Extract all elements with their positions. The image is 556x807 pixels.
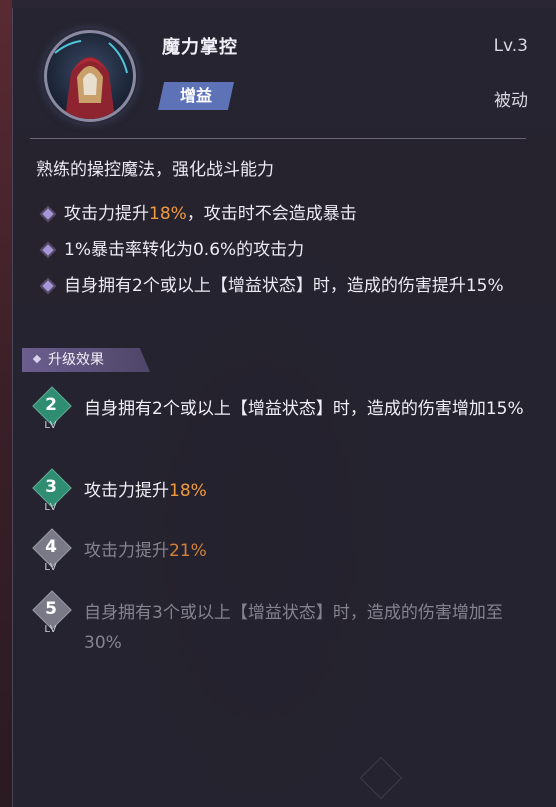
diamond-bullet-icon — [42, 208, 54, 220]
hooded-character-icon — [54, 40, 128, 119]
skill-level: Lv.3 — [493, 36, 528, 56]
buff-tag-badge: 增益 — [158, 82, 234, 110]
level-number: 2 — [45, 395, 57, 415]
skill-description: 熟练的操控魔法，强化战斗能力 — [36, 160, 274, 180]
upgrade-effects-header: 升级效果 — [22, 348, 150, 372]
level-number: 5 — [45, 599, 57, 619]
character-portrait — [44, 30, 136, 122]
level-badge: 3 LV — [32, 468, 72, 518]
level-suffix: LV — [44, 562, 58, 573]
header-divider — [30, 138, 526, 139]
effect-text: 攻击力提升18%，攻击时不会造成暴击 — [64, 204, 357, 224]
level-badge: 4 LV — [32, 528, 72, 578]
level-badge: 5 LV — [32, 590, 72, 640]
skill-name: 魔力掌控 — [162, 37, 238, 58]
level-effect-text: 自身拥有2个或以上【增益状态】时，造成的伤害增加15% — [84, 399, 524, 419]
level-effect-text: 攻击力提升21% — [84, 541, 207, 561]
level-effect-text: 自身拥有3个或以上【增益状态】时，造成的伤害增加至30% — [84, 603, 503, 653]
diamond-bullet-icon — [42, 244, 54, 256]
level-suffix: LV — [44, 420, 58, 431]
skill-type-label: 被动 — [494, 91, 528, 111]
level-number: 4 — [45, 537, 57, 557]
upgrade-label: 升级效果 — [48, 352, 104, 368]
left-edge-art — [0, 0, 12, 807]
level-suffix: LV — [44, 624, 58, 635]
effect-item: 自身拥有2个或以上【增益状态】时，造成的伤害提升15% — [40, 270, 520, 302]
level-suffix: LV — [44, 502, 58, 513]
level-badge: 2 LV — [32, 386, 72, 436]
effect-list: 攻击力提升18%，攻击时不会造成暴击 1%暴击率转化为0.6%的攻击力 自身拥有… — [40, 198, 520, 302]
level-effect-text: 攻击力提升18% — [84, 481, 207, 501]
effect-text: 自身拥有2个或以上【增益状态】时，造成的伤害提升15% — [64, 276, 504, 296]
effect-item: 1%暴击率转化为0.6%的攻击力 — [40, 234, 520, 266]
diamond-bullet-icon — [32, 354, 42, 364]
level-number: 3 — [45, 477, 57, 497]
effect-item: 攻击力提升18%，攻击时不会造成暴击 — [40, 198, 520, 230]
effect-text: 1%暴击率转化为0.6%的攻击力 — [64, 240, 305, 260]
diamond-bullet-icon — [42, 280, 54, 292]
